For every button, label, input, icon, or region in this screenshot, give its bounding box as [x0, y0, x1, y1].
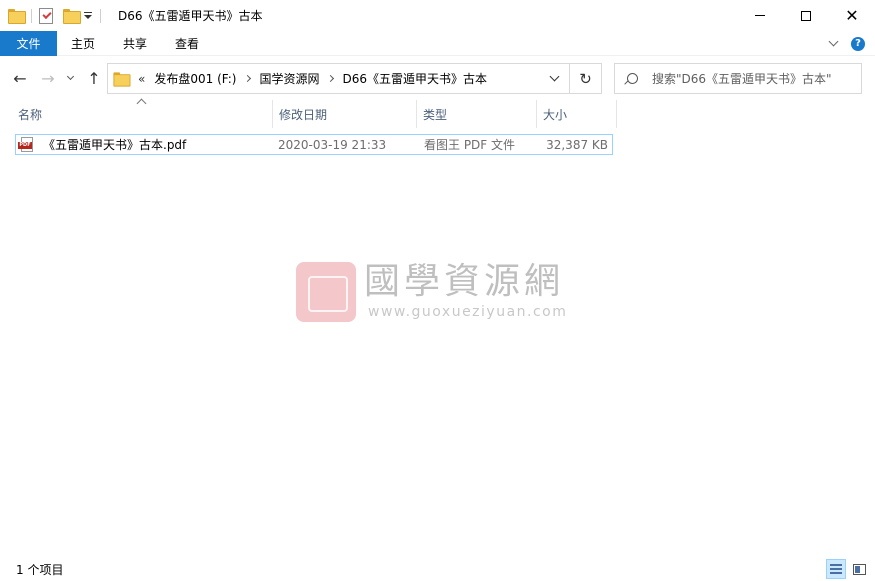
column-header-type[interactable]: 类型: [417, 100, 537, 128]
details-view-button[interactable]: [826, 559, 846, 579]
watermark: 國學資源網 www.guoxueziyuan.com: [296, 260, 586, 326]
breadcrumb-chevron-icon[interactable]: [244, 74, 252, 83]
arrow-right-icon: →: [41, 68, 55, 88]
arrow-up-icon: ↑: [87, 68, 101, 88]
column-headers: 名称 修改日期 类型 大小: [0, 98, 875, 128]
item-count: 1 个项目: [16, 562, 64, 577]
large-icons-view-button[interactable]: [849, 559, 869, 579]
arrow-left-icon: ←: [13, 68, 27, 88]
pdf-tag: PDF: [18, 142, 32, 149]
address-bar[interactable]: « 发布盘001 (F:) 国学资源网 D66《五雷遁甲天书》古本: [107, 63, 570, 94]
breadcrumb-folder[interactable]: 国学资源网: [259, 70, 319, 87]
folder-icon: [113, 72, 131, 87]
watermark-title: 國學資源網: [364, 261, 565, 302]
breadcrumb-current[interactable]: D66《五雷遁甲天书》古本: [342, 70, 487, 87]
refresh-icon: ↻: [579, 69, 592, 88]
back-button[interactable]: ←: [10, 68, 30, 88]
window-title: D66《五雷遁甲天书》古本: [118, 9, 263, 23]
file-type: 看图王 PDF 文件: [424, 138, 516, 152]
customize-toolbar-dropdown-icon[interactable]: [83, 11, 93, 21]
chevron-down-icon: [66, 72, 74, 80]
details-view-icon: [830, 564, 842, 574]
quick-access-toolbar: [0, 0, 108, 31]
breadcrumb-drive[interactable]: 发布盘001 (F:): [154, 70, 236, 87]
pdf-file-icon: PDF: [18, 137, 34, 152]
chevron-down-icon: [549, 71, 559, 82]
ribbon-tabs: 文件 主页 共享 查看 ?: [0, 30, 875, 56]
tab-home[interactable]: 主页: [57, 31, 109, 56]
column-header-date[interactable]: 修改日期: [273, 100, 417, 128]
search-box[interactable]: [614, 63, 862, 94]
up-button[interactable]: ↑: [84, 68, 104, 88]
tab-share[interactable]: 共享: [109, 31, 161, 56]
minimize-icon: [755, 15, 765, 16]
large-icons-view-icon: [852, 563, 866, 575]
file-name[interactable]: 《五雷遁甲天书》古本.pdf: [43, 135, 186, 154]
toolbar-separator: [100, 8, 101, 23]
forward-button[interactable]: →: [38, 68, 58, 88]
refresh-button[interactable]: ↻: [570, 63, 602, 94]
ribbon-right-controls: ?: [828, 31, 865, 56]
properties-icon[interactable]: [39, 7, 53, 24]
address-dropdown-button[interactable]: [539, 64, 569, 93]
tab-view[interactable]: 查看: [161, 31, 213, 56]
title-bar: D66《五雷遁甲天书》古本 ✕: [0, 0, 875, 31]
maximize-button[interactable]: [783, 0, 829, 31]
minimize-button[interactable]: [737, 0, 783, 31]
folder-icon[interactable]: [8, 9, 26, 24]
expand-ribbon-icon[interactable]: [828, 36, 839, 47]
window-controls: ✕: [737, 0, 875, 31]
search-icon: [627, 73, 638, 84]
status-bar: 1 个项目: [0, 557, 875, 581]
watermark-url: www.guoxueziyuan.com: [368, 304, 568, 320]
breadcrumb-chevron-icon[interactable]: [327, 74, 335, 83]
breadcrumb-overflow[interactable]: «: [138, 72, 145, 86]
search-input[interactable]: [651, 71, 861, 86]
close-button[interactable]: ✕: [829, 0, 875, 31]
file-size: 32,387 KB: [546, 137, 608, 152]
file-row[interactable]: PDF 《五雷遁甲天书》古本.pdf 2020-03-19 21:33 看图王 …: [15, 134, 613, 155]
view-switcher: [826, 559, 869, 579]
help-icon[interactable]: ?: [851, 36, 865, 51]
recent-locations-button[interactable]: [63, 68, 77, 88]
file-date: 2020-03-19 21:33: [278, 137, 387, 152]
navigation-bar: ← → ↑ « 发布盘001 (F:) 国学资源网 D66《五雷遁甲天书》古本 …: [0, 60, 875, 96]
watermark-seal-icon: [296, 262, 356, 322]
toolbar-separator: [31, 8, 32, 23]
column-header-size[interactable]: 大小: [537, 100, 617, 128]
new-folder-icon[interactable]: [63, 9, 81, 24]
tab-file[interactable]: 文件: [0, 30, 57, 56]
close-icon: ✕: [845, 5, 859, 25]
maximize-icon: [801, 10, 811, 21]
column-header-name[interactable]: 名称: [12, 100, 273, 128]
